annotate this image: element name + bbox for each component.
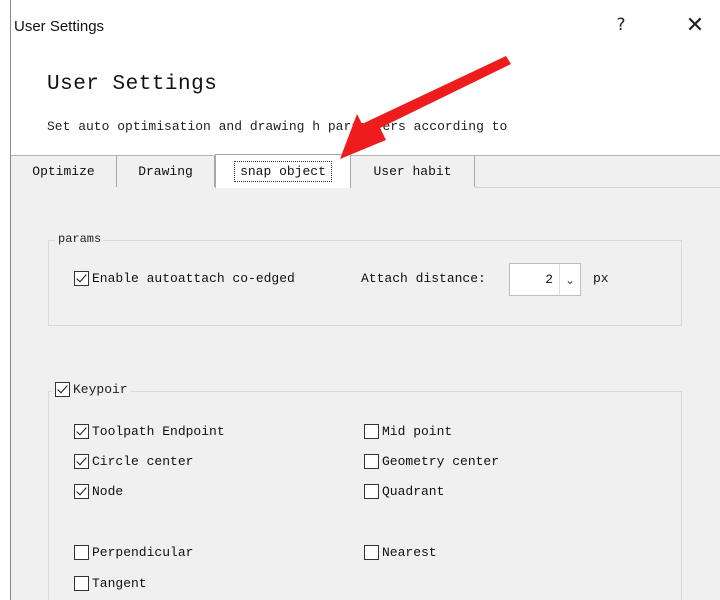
page-description: Set auto optimisation and drawing h para… bbox=[47, 119, 508, 134]
page-title: User Settings bbox=[47, 73, 218, 96]
dialog-header: User Settings Set auto optimisation and … bbox=[11, 52, 720, 156]
tab-user-habit-label: User habit bbox=[373, 164, 452, 179]
tab-optimize[interactable]: Optimize bbox=[11, 156, 117, 187]
option-tangent[interactable]: Tangent bbox=[74, 576, 147, 591]
checkbox-box[interactable] bbox=[74, 576, 89, 591]
keypoint-group-legend[interactable]: Keypoir bbox=[52, 382, 131, 397]
option-label: Circle center bbox=[92, 454, 194, 469]
option-nearest[interactable]: Nearest bbox=[364, 545, 437, 560]
checkbox-box[interactable] bbox=[74, 271, 89, 286]
window-title: User Settings bbox=[14, 18, 105, 35]
help-button[interactable]: ? bbox=[604, 10, 638, 40]
tab-bar: Optimize Drawing snap object User habit bbox=[11, 154, 475, 190]
attach-distance-label: Attach distance: bbox=[361, 271, 486, 286]
checkbox-box[interactable] bbox=[364, 454, 379, 469]
checkbox-box[interactable] bbox=[74, 424, 89, 439]
option-mid-point[interactable]: Mid point bbox=[364, 424, 452, 439]
tab-bar-baseline bbox=[475, 187, 720, 188]
enable-autoattach-label: Enable autoattach co-edged bbox=[92, 271, 295, 286]
option-label: Nearest bbox=[382, 545, 437, 560]
chevron-down-icon[interactable]: ⌄ bbox=[559, 264, 580, 295]
params-group-legend: params bbox=[55, 232, 105, 246]
tab-drawing[interactable]: Drawing bbox=[117, 156, 215, 187]
checkbox-box[interactable] bbox=[364, 545, 379, 560]
checkbox-box[interactable] bbox=[74, 545, 89, 560]
checkbox-box[interactable] bbox=[74, 484, 89, 499]
option-label: Perpendicular bbox=[92, 545, 194, 560]
checkbox-box[interactable] bbox=[74, 454, 89, 469]
close-button[interactable]: ✕ bbox=[678, 10, 712, 40]
settings-panel: Optimize Drawing snap object User habit … bbox=[11, 154, 720, 600]
option-label: Mid point bbox=[382, 424, 453, 439]
tab-snap-object-label: snap object bbox=[234, 161, 332, 182]
keypoint-enable-checkbox[interactable] bbox=[55, 382, 70, 397]
enable-autoattach-checkbox[interactable]: Enable autoattach co-edged bbox=[74, 271, 295, 286]
help-icon: ? bbox=[616, 15, 626, 35]
tab-drawing-label: Drawing bbox=[138, 164, 193, 179]
option-label: Quadrant bbox=[382, 484, 445, 499]
option-toolpath-endpoint[interactable]: Toolpath Endpoint bbox=[74, 424, 225, 439]
option-node[interactable]: Node bbox=[74, 484, 123, 499]
option-label: Tangent bbox=[92, 576, 147, 591]
option-label: Node bbox=[92, 484, 124, 499]
option-label: Toolpath Endpoint bbox=[92, 424, 225, 439]
option-perpendicular[interactable]: Perpendicular bbox=[74, 545, 193, 560]
user-settings-dialog: User Settings ? ✕ User Settings Set auto… bbox=[0, 0, 720, 600]
attach-distance-unit: px bbox=[593, 271, 609, 286]
tab-snap-object[interactable]: snap object bbox=[215, 154, 351, 188]
keypoint-legend-label: Keypoir bbox=[73, 382, 128, 397]
tab-optimize-label: Optimize bbox=[32, 164, 95, 179]
option-circle-center[interactable]: Circle center bbox=[74, 454, 193, 469]
checkbox-box[interactable] bbox=[364, 484, 379, 499]
close-icon: ✕ bbox=[685, 12, 705, 38]
attach-distance-value: 2 bbox=[545, 272, 553, 287]
attach-distance-select[interactable]: 2 ⌄ bbox=[509, 263, 581, 296]
title-bar: User Settings ? ✕ bbox=[11, 0, 720, 52]
option-quadrant[interactable]: Quadrant bbox=[364, 484, 444, 499]
option-label: Geometry center bbox=[382, 454, 500, 469]
option-geometry-center[interactable]: Geometry center bbox=[364, 454, 499, 469]
checkbox-box[interactable] bbox=[364, 424, 379, 439]
tab-user-habit[interactable]: User habit bbox=[351, 156, 475, 187]
